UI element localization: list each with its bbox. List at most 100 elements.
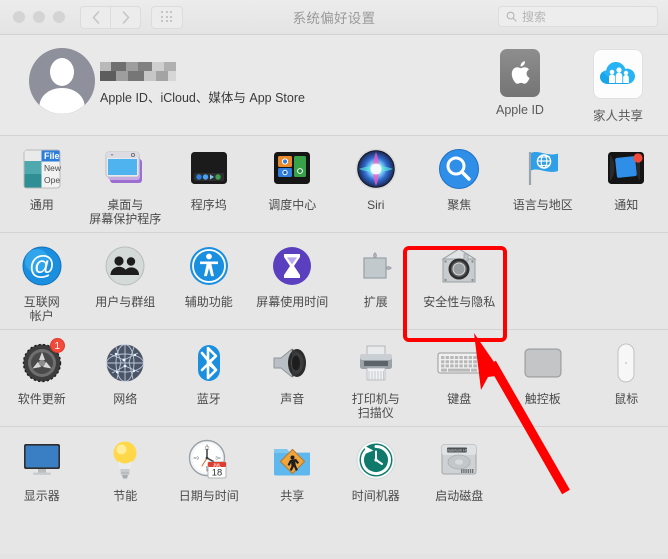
printers-scanners-icon xyxy=(352,339,400,387)
pref-label: 程序坞 xyxy=(191,198,227,212)
pref-label: 蓝牙 xyxy=(197,392,221,406)
pref-sound[interactable]: 声音 xyxy=(251,330,335,426)
pref-energy-saver[interactable]: 节能 xyxy=(84,427,168,509)
pref-label: 通用 xyxy=(30,198,54,212)
pref-displays[interactable]: 显示器 xyxy=(0,427,84,509)
pref-general[interactable]: File New Ope 通用 xyxy=(0,136,84,232)
pref-language-region[interactable]: 语言与地区 xyxy=(501,136,585,232)
account-subtitle: Apple ID、iCloud、媒体与 App Store xyxy=(100,87,305,106)
pref-label: 显示器 xyxy=(24,489,60,503)
pref-label: 共享 xyxy=(280,489,304,503)
show-all-button[interactable] xyxy=(151,6,183,29)
svg-text:Ope: Ope xyxy=(44,175,60,185)
siri-icon xyxy=(352,145,400,193)
family-sharing-shortcut[interactable]: 家人共享 xyxy=(582,49,654,124)
pref-label: 键盘 xyxy=(447,392,471,406)
svg-text:@: @ xyxy=(29,250,55,280)
back-button[interactable] xyxy=(80,6,111,29)
family-sharing-shortcut-label: 家人共享 xyxy=(582,105,654,124)
preference-row-1: File New Ope 通用 桌面与 屏幕保护程序 xyxy=(0,136,668,232)
minimize-button[interactable] xyxy=(33,11,45,23)
pref-extensions[interactable]: 扩展 xyxy=(334,233,418,329)
apple-logo-icon xyxy=(500,49,540,97)
network-icon xyxy=(101,339,149,387)
pref-notifications[interactable]: 通知 xyxy=(585,136,668,232)
internet-accounts-icon: @ xyxy=(18,242,66,290)
extensions-icon xyxy=(352,242,400,290)
pref-label: 互联网 帐户 xyxy=(24,295,60,323)
apple-id-banner[interactable]: Apple ID、iCloud、媒体与 App Store Apple ID xyxy=(0,35,668,136)
pref-internet-accounts[interactable]: @ 互联网 帐户 xyxy=(0,233,84,329)
search-field[interactable]: 搜索 xyxy=(498,6,658,27)
trackpad-icon xyxy=(519,339,567,387)
system-preferences-window: 系统偏好设置 搜索 Apple ID、iCloud、媒体与 App Store xyxy=(0,0,668,554)
pref-software-update[interactable]: 1 软件更新 xyxy=(0,330,84,426)
notifications-icon xyxy=(602,145,650,193)
software-update-icon: 1 xyxy=(18,339,66,387)
pref-label: 触控板 xyxy=(525,392,561,406)
desktop-screensaver-icon xyxy=(101,145,149,193)
pref-label: 用户与群组 xyxy=(95,295,155,309)
keyboard-icon xyxy=(435,339,483,387)
back-chevron-icon xyxy=(92,11,100,24)
pref-label: 日期与时间 xyxy=(179,489,239,503)
pref-label: 扩展 xyxy=(364,295,388,309)
account-shortcuts: Apple ID 家人共享 xyxy=(484,49,654,124)
pref-users-groups[interactable]: 用户与群组 xyxy=(84,233,168,329)
security-privacy-icon xyxy=(435,242,483,290)
pref-mission-control[interactable]: 调度中心 xyxy=(251,136,335,232)
traffic-light-group xyxy=(13,11,65,23)
pref-label: 辅助功能 xyxy=(185,295,233,309)
preference-row-2: @ 互联网 帐户 用户与群组 xyxy=(0,233,668,329)
sound-icon xyxy=(268,339,316,387)
account-text: Apple ID、iCloud、媒体与 App Store xyxy=(100,62,305,106)
pref-bluetooth[interactable]: 蓝牙 xyxy=(167,330,251,426)
pref-date-time[interactable]: 123 69 JUL 18 日期与时间 xyxy=(167,427,251,509)
pref-security-privacy[interactable]: 安全性与隐私 xyxy=(418,233,502,329)
dock-icon xyxy=(185,145,233,193)
pref-label: 时间机器 xyxy=(352,489,400,503)
pref-mouse[interactable]: 鼠标 xyxy=(585,330,668,426)
apple-id-shortcut-label: Apple ID xyxy=(484,103,556,117)
svg-text:Macintosh HD: Macintosh HD xyxy=(446,449,469,453)
search-icon xyxy=(506,11,517,22)
account-name-redacted xyxy=(100,62,176,81)
preference-row-4: 显示器 节能 xyxy=(0,427,668,509)
close-button[interactable] xyxy=(13,11,25,23)
preference-row-3: 1 软件更新 xyxy=(0,330,668,426)
pref-sharing[interactable]: 共享 xyxy=(251,427,335,509)
pref-label: 屏幕使用时间 xyxy=(256,295,328,309)
family-sharing-icon xyxy=(593,49,643,99)
pref-trackpad[interactable]: 触控板 xyxy=(501,330,585,426)
pref-label: 启动磁盘 xyxy=(435,489,483,503)
pref-startup-disk[interactable]: Macintosh HD 启动磁盘 xyxy=(418,427,502,509)
pref-label: 聚焦 xyxy=(447,198,471,212)
pref-label: 节能 xyxy=(113,489,137,503)
apple-id-shortcut[interactable]: Apple ID xyxy=(484,49,556,124)
pref-dock[interactable]: 程序坞 xyxy=(167,136,251,232)
pref-network[interactable]: 网络 xyxy=(84,330,168,426)
pref-accessibility[interactable]: 辅助功能 xyxy=(167,233,251,329)
zoom-button[interactable] xyxy=(53,11,65,23)
mouse-icon xyxy=(602,339,650,387)
pref-time-machine[interactable]: 时间机器 xyxy=(334,427,418,509)
time-machine-icon xyxy=(352,436,400,484)
pref-screen-time[interactable]: 屏幕使用时间 xyxy=(251,233,335,329)
pref-label: 网络 xyxy=(113,392,137,406)
pref-desktop-screensaver[interactable]: 桌面与 屏幕保护程序 xyxy=(84,136,168,232)
pref-printers-scanners[interactable]: 打印机与 扫描仪 xyxy=(334,330,418,426)
forward-button[interactable] xyxy=(111,6,141,29)
pref-label: Siri xyxy=(367,198,384,212)
navigation-buttons xyxy=(80,6,141,29)
forward-chevron-icon xyxy=(122,11,130,24)
pref-siri[interactable]: Siri xyxy=(334,136,418,232)
pref-spotlight[interactable]: 聚焦 xyxy=(418,136,502,232)
pref-label: 打印机与 扫描仪 xyxy=(352,392,400,420)
displays-icon xyxy=(18,436,66,484)
svg-text:File: File xyxy=(44,151,60,161)
pref-label: 通知 xyxy=(614,198,638,212)
grid-icon xyxy=(161,11,173,23)
pref-keyboard[interactable]: 键盘 xyxy=(418,330,502,426)
avatar[interactable] xyxy=(28,47,96,115)
pref-label: 调度中心 xyxy=(268,198,316,212)
